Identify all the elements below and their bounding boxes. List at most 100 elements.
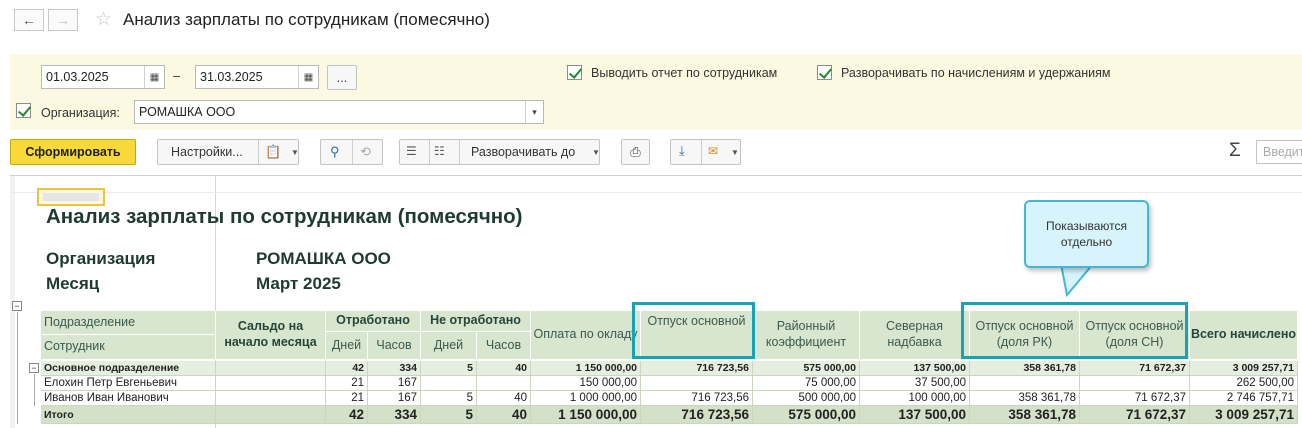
row-not-worked-days [421, 376, 477, 391]
row-balance [216, 361, 326, 376]
row-vacation-rk [970, 376, 1080, 391]
report-title: Анализ зарплаты по сотрудникам (помесячн… [46, 205, 523, 228]
row-salary: 1 000 000,00 [531, 391, 641, 406]
expand-all-icon[interactable]: ☰ [406, 144, 417, 158]
export-group: ⤓ ✉ ▼ [670, 139, 741, 165]
row-vacation: 716 723,56 [641, 406, 753, 424]
row-worked-days: 42 [326, 406, 368, 424]
row-not-worked-days: 5 [421, 361, 477, 376]
callout-note: Показываются отдельно [1024, 200, 1149, 268]
row-regional: 575 000,00 [753, 361, 860, 376]
row-total: 2 746 757,71 [1190, 391, 1298, 406]
row-name: Итого [41, 406, 216, 424]
row-worked-hours: 334 [368, 361, 421, 376]
header-total-accrued: Всего начислено [1190, 311, 1298, 360]
row-worked-days: 42 [326, 361, 368, 376]
row-salary: 150 000,00 [531, 376, 641, 391]
header-not-worked: Не отработано [421, 311, 531, 332]
row-northern: 137 500,00 [860, 361, 970, 376]
search-reset-icon[interactable]: ⟲ [360, 144, 371, 160]
row-northern: 137 500,00 [860, 406, 970, 424]
header-department: Подразделение [41, 311, 216, 335]
calendar-icon[interactable]: ▦ [144, 66, 164, 88]
header-employee: Сотрудник [41, 335, 216, 360]
search-placeholder: Введите [1263, 145, 1302, 159]
row-vacation: 716 723,56 [641, 361, 753, 376]
chevron-down-icon[interactable]: ▾ [525, 101, 543, 123]
row-northern: 100 000,00 [860, 391, 970, 406]
header-worked: Отработано [326, 311, 421, 332]
row-vacation-sn: 71 672,37 [1080, 361, 1190, 376]
collapse-icon[interactable]: − [12, 301, 22, 311]
row-vacation-sn: 71 672,37 [1080, 406, 1190, 424]
forward-button[interactable]: → [48, 9, 78, 31]
organization-checkbox[interactable] [16, 103, 31, 118]
row-not-worked-hours: 40 [477, 391, 531, 406]
settings-button-label: Настройки... [171, 145, 243, 159]
callout-text: Показываются отдельно [1046, 219, 1127, 250]
row-salary: 1 150 000,00 [531, 361, 641, 376]
search-group: ⚲ ⟲ [320, 139, 383, 165]
header-regional-coefficient: Районный коэффициент [753, 311, 860, 360]
organization-header-value: РОМАШКА ООО [256, 249, 391, 268]
row-not-worked-hours: 40 [477, 361, 531, 376]
header-salary: Оплата по окладу [531, 311, 641, 360]
row-total: 3 009 257,71 [1190, 361, 1298, 376]
callout-pointer [1059, 264, 1095, 298]
row-salary: 1 150 000,00 [531, 406, 641, 424]
chevron-down-icon[interactable]: ▼ [731, 148, 739, 157]
row-not-worked-hours: 40 [477, 406, 531, 424]
calendar-icon[interactable]: ▦ [298, 66, 318, 88]
row-name: Иванов Иван Иванович [41, 391, 216, 406]
row-balance [216, 406, 326, 424]
row-total: 3 009 257,71 [1190, 406, 1298, 424]
expand-to-label[interactable]: Разворачивать до [471, 145, 575, 159]
row-vacation-sn: 71 672,37 [1080, 391, 1190, 406]
expand-accruals-checkbox[interactable] [817, 65, 832, 80]
row-worked-hours: 167 [368, 376, 421, 391]
row-regional: 75 000,00 [753, 376, 860, 391]
date-to-field[interactable]: 31.03.2025 ▦ [195, 65, 319, 89]
row-vacation-rk: 358 361,78 [970, 361, 1080, 376]
month-header-value: Март 2025 [256, 274, 341, 293]
download-icon[interactable]: ⤓ [679, 143, 685, 159]
print-button[interactable]: ⎙ [621, 139, 650, 165]
row-name: Елохин Петр Евгеньевич [41, 376, 216, 391]
expand-group: ☰ ☷ Разворачивать до ▼ [399, 139, 600, 165]
page-title: Анализ зарплаты по сотрудникам (помесячн… [123, 10, 490, 29]
row-regional: 575 000,00 [753, 406, 860, 424]
back-button[interactable]: ← [14, 9, 44, 31]
row-vacation-rk: 358 361,78 [970, 391, 1080, 406]
favorite-star-icon[interactable]: ☆ [95, 8, 112, 31]
variants-icon[interactable]: 📋 [265, 144, 281, 160]
row-vacation: 716 723,56 [641, 391, 753, 406]
by-employees-label: Выводить отчет по сотрудникам [591, 66, 778, 80]
row-not-worked-days: 5 [421, 406, 477, 424]
row-worked-days: 21 [326, 376, 368, 391]
search-input[interactable]: Введите [1256, 140, 1302, 164]
settings-button[interactable]: Настройки... 📋 ▼ [157, 139, 299, 165]
search-icon[interactable]: ⚲ [330, 144, 340, 160]
mail-icon[interactable]: ✉ [708, 144, 718, 158]
organization-field[interactable]: РОМАШКА ООО ▾ [134, 100, 544, 124]
sum-icon[interactable]: Σ [1229, 140, 1241, 162]
collapse-all-icon[interactable]: ☷ [434, 144, 445, 158]
row-total: 262 500,00 [1190, 376, 1298, 391]
date-from-field[interactable]: 01.03.2025 ▦ [41, 65, 165, 89]
header-not-worked-hours: Часов [477, 332, 531, 360]
header-balance: Сальдо на начало месяца [216, 311, 326, 360]
chevron-down-icon[interactable]: ▼ [592, 148, 600, 157]
select-period-button[interactable]: ... [327, 65, 357, 90]
generate-button[interactable]: Сформировать [10, 139, 136, 165]
month-header-label: Месяц [46, 274, 100, 293]
row-northern: 37 500,00 [860, 376, 970, 391]
by-employees-checkbox[interactable] [567, 65, 582, 80]
active-cell[interactable] [37, 188, 105, 206]
generate-button-label: Сформировать [25, 145, 121, 159]
header-northern-allowance: Северная надбавка [860, 311, 970, 360]
collapse-icon[interactable]: − [29, 363, 39, 373]
row-not-worked-hours [477, 376, 531, 391]
header-not-worked-days: Дней [421, 332, 477, 360]
chevron-down-icon[interactable]: ▼ [291, 148, 299, 157]
organization-label: Организация: [41, 106, 120, 120]
